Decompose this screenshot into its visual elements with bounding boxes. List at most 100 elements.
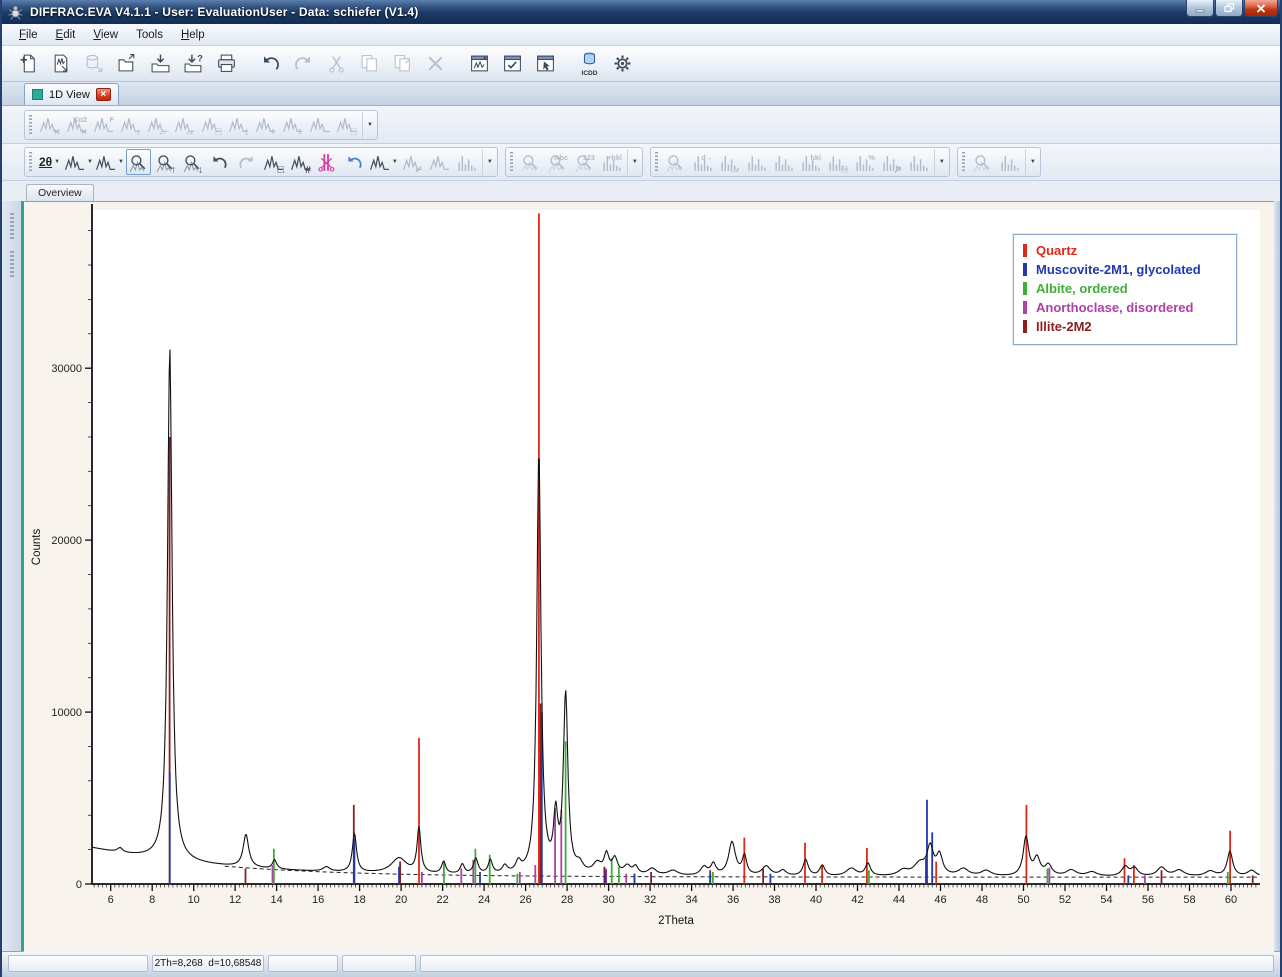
new-document-button[interactable] xyxy=(13,48,44,79)
zoom-region-button[interactable] xyxy=(126,149,151,175)
svg-text:22: 22 xyxy=(436,894,448,906)
print-button[interactable] xyxy=(211,48,242,79)
menu-help[interactable]: Help xyxy=(172,26,214,44)
pattern-export-button: ↗ xyxy=(879,149,904,175)
svg-text:20: 20 xyxy=(395,894,407,906)
legend-label: Albite, ordered xyxy=(1036,281,1128,296)
export-values-button[interactable]: # xyxy=(288,149,313,175)
import-data-button[interactable] xyxy=(46,48,77,79)
subtab-overview[interactable]: Overview xyxy=(26,184,94,201)
status-panel xyxy=(420,955,1274,972)
icdd-database-button[interactable]: ICDD xyxy=(574,48,605,79)
reset-curve-button[interactable] xyxy=(342,149,367,175)
legend-item: Quartz xyxy=(1023,241,1227,260)
svg-text:0: 0 xyxy=(76,879,82,891)
menu-view[interactable]: View xyxy=(84,26,127,44)
save-as-button[interactable]: ? xyxy=(178,48,209,79)
pattern-percent-button: % xyxy=(852,149,877,175)
undo-button[interactable] xyxy=(255,48,286,79)
pattern-pointer-0-button xyxy=(454,149,479,175)
svg-text:18: 18 xyxy=(353,894,365,906)
search-text-button: Abc xyxy=(545,149,570,175)
menu-tools[interactable]: Tools xyxy=(127,26,172,44)
svg-text:48: 48 xyxy=(976,894,988,906)
svg-text:28: 28 xyxy=(561,894,573,906)
cut-curve-button[interactable] xyxy=(315,149,340,175)
zoom-in-y-button[interactable]: ↑ xyxy=(153,149,178,175)
svg-text:2Theta: 2Theta xyxy=(658,915,694,927)
cut-button xyxy=(321,48,352,79)
scale-mode-button[interactable]: ▼ xyxy=(95,149,124,175)
close-button[interactable] xyxy=(1244,0,1278,17)
icdd-database-label: ICDD xyxy=(582,70,598,77)
search-more-dropdown-button[interactable]: ▼ xyxy=(627,149,640,175)
peak-more-dropdown-button[interactable]: ▼ xyxy=(1025,149,1038,175)
search-tools-group: Abc123+hkl▼ xyxy=(505,147,643,177)
svg-text:□: □ xyxy=(842,164,848,173)
svg-text:Abc: Abc xyxy=(554,152,568,161)
pattern-more-dropdown-button[interactable]: ▼ xyxy=(934,149,947,175)
create-inset-button: □ xyxy=(199,112,224,138)
flag-mode-button[interactable]: ▼ xyxy=(64,149,93,175)
settings-button[interactable] xyxy=(607,48,638,79)
rescale-curve-button: ↕ xyxy=(226,112,251,138)
minimize-icon xyxy=(1195,4,1205,13)
svg-text:44: 44 xyxy=(893,894,905,906)
pattern-dspacing-button: d→ xyxy=(690,149,715,175)
menu-file[interactable]: File xyxy=(10,26,47,44)
svg-text:36: 36 xyxy=(727,894,739,906)
copy-page-button[interactable]: ▼ xyxy=(369,149,398,175)
document-tab-bar: 1D View × xyxy=(2,82,1280,106)
svg-text:↕: ↕ xyxy=(244,126,249,135)
undo-view-button[interactable] xyxy=(207,149,232,175)
display-more-dropdown-button[interactable]: ▼ xyxy=(482,149,495,175)
two-theta-axis-button[interactable]: 2θ▼ xyxy=(37,149,62,175)
svg-text:54: 54 xyxy=(1100,894,1112,906)
save-file-button[interactable] xyxy=(145,48,176,79)
peak-tools-group: ▼ xyxy=(957,147,1041,177)
legend-label: Illite-2M2 xyxy=(1036,319,1092,334)
svg-text:+hkl: +hkl xyxy=(607,152,622,161)
redo-button xyxy=(288,48,319,79)
zoom-out-y-button[interactable]: ↓ xyxy=(180,149,205,175)
pattern-tools-group: d→ → hkl □%↗ ▼ xyxy=(650,147,950,177)
export-region-button[interactable]: □ xyxy=(261,149,286,175)
displace-curve-button: ← xyxy=(145,112,170,138)
xrd-chart-panel: 6810121416182022242628303234363840424446… xyxy=(24,201,1274,951)
status-panel xyxy=(268,955,338,972)
tab-close-icon[interactable]: × xyxy=(96,88,111,101)
validate-merge-button: ✓ xyxy=(400,149,425,175)
menu-edit[interactable]: Edit xyxy=(47,26,85,44)
tab-1d-view[interactable]: 1D View × xyxy=(24,83,119,105)
legend-item: Illite-2M2 xyxy=(1023,317,1227,336)
svg-text:Counts: Counts xyxy=(31,529,43,566)
svg-text:?: ? xyxy=(197,53,203,64)
svg-text:40: 40 xyxy=(810,894,822,906)
svg-text:×: × xyxy=(81,126,87,135)
view-subtab-row: Overview xyxy=(2,181,1280,201)
svg-text:56: 56 xyxy=(1142,894,1154,906)
peak-search-button xyxy=(970,149,995,175)
open-file-button[interactable] xyxy=(112,48,143,79)
svg-text:8: 8 xyxy=(149,894,155,906)
toolbar-grip xyxy=(962,152,965,172)
copy-button xyxy=(354,48,385,79)
strip-kalpha2-button: Kα2× xyxy=(64,112,89,138)
svg-text:+: + xyxy=(297,126,303,135)
minimize-button[interactable] xyxy=(1186,0,1214,17)
fourier-smooth-button: F xyxy=(91,112,116,138)
pattern-cut-button xyxy=(744,149,769,175)
subtract-background-button: ↓ xyxy=(118,112,143,138)
selection-view-button[interactable] xyxy=(530,48,561,79)
restore-button[interactable] xyxy=(1215,0,1243,17)
add-hkl-button: +hkl xyxy=(599,149,624,175)
chart-row: 6810121416182022242628303234363840424446… xyxy=(2,201,1280,951)
toolbar-grip xyxy=(10,213,14,239)
tools-more-dropdown-button[interactable]: ▼ xyxy=(362,112,375,138)
data-tree-view-button[interactable] xyxy=(464,48,495,79)
svg-text:34: 34 xyxy=(685,894,697,906)
options-view-button[interactable] xyxy=(497,48,528,79)
svg-text:→: → xyxy=(729,164,740,173)
svg-text:↔: ↔ xyxy=(185,126,196,135)
svg-text:hkl: hkl xyxy=(810,152,821,161)
